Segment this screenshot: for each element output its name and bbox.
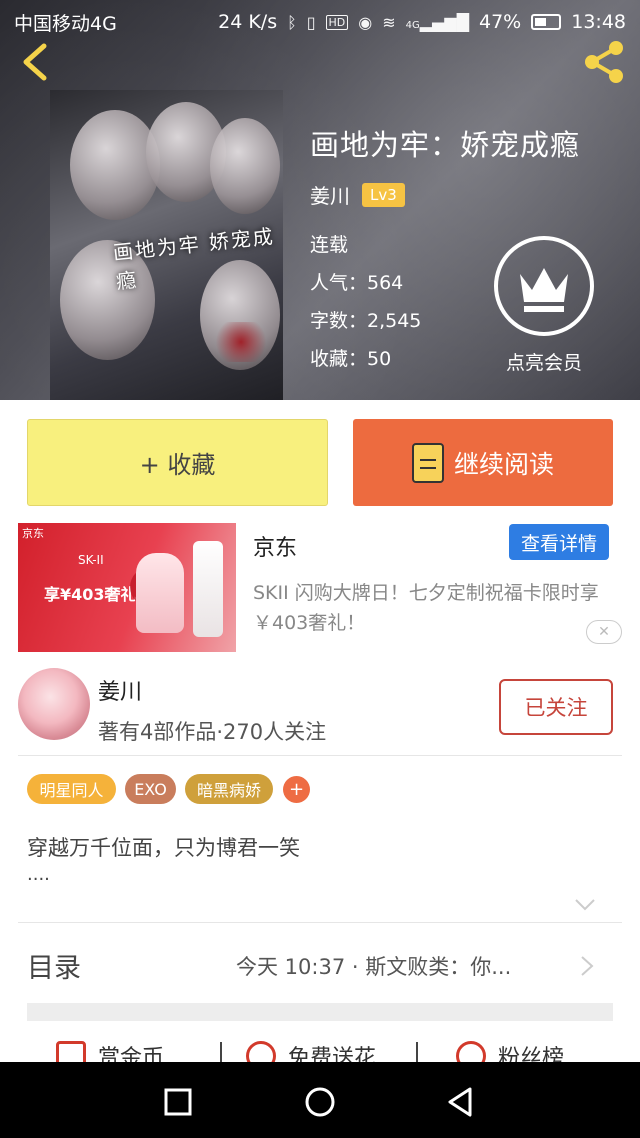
- fan-ranking-label: 粉丝榜: [498, 1046, 565, 1062]
- send-flower-label: 免费送花: [288, 1046, 377, 1062]
- chevron-left-icon: [23, 43, 47, 81]
- ad-product-image: [136, 553, 184, 633]
- ad-description[interactable]: SKII 闪购大牌日！七夕定制祝福卡限时享￥403奢礼！: [253, 578, 613, 638]
- vip-label[interactable]: 点亮会员: [490, 348, 598, 375]
- book-favorites: 收藏：50: [310, 348, 392, 370]
- share-button[interactable]: [580, 40, 628, 84]
- tag-chip[interactable]: EXO: [125, 774, 176, 804]
- network-type: 4G: [405, 19, 420, 31]
- book-word-count: 字数：2,545: [310, 310, 422, 332]
- author-avatar[interactable]: [18, 668, 90, 740]
- network-speed: 24 K/s: [218, 11, 278, 33]
- carrier-text: 中国移动4G: [14, 12, 117, 35]
- book-icon: [411, 442, 444, 483]
- continue-reading-label: 继续阅读: [453, 449, 554, 479]
- toc-latest-chapter[interactable]: 今天 10:37 · 斯文败类：你...: [236, 951, 566, 981]
- ad-image-brand: SK-II: [78, 553, 104, 567]
- tag-chip[interactable]: 明星同人: [27, 774, 116, 804]
- battery-percent: 47%: [479, 11, 522, 33]
- hd-icon: HD: [325, 14, 349, 30]
- vibrate-icon: ▯: [306, 12, 316, 32]
- section-divider: [27, 1003, 613, 1021]
- separator: [220, 1042, 222, 1062]
- book-popularity: 人气：564: [310, 272, 404, 294]
- clock: 13:48: [571, 11, 626, 33]
- eye-icon: ◉: [358, 12, 373, 32]
- synopsis-text: 穿越万千位面，只为博君一笑: [27, 836, 300, 860]
- send-flower-button[interactable]: 免费送花: [246, 1040, 376, 1062]
- book-header: 中国移动4G 24 K/s ᛒ ▯ HD ◉ ≋ 4G▂▄▆█ 47% 13:4…: [0, 0, 640, 400]
- back-nav-icon[interactable]: [442, 1082, 482, 1122]
- tip-coins-label: 赏金币: [98, 1046, 165, 1062]
- envelope-icon: [56, 1041, 86, 1062]
- ad-product-image: [193, 541, 223, 637]
- chevron-right-icon[interactable]: [580, 955, 594, 977]
- crown-icon: [520, 268, 568, 312]
- bottom-actions: 赏金币 免费送花 粉丝榜: [0, 1032, 640, 1062]
- tag-chip[interactable]: 暗黑病娇: [185, 774, 273, 804]
- ad-image-headline: 享¥403奢礼: [44, 585, 137, 604]
- ad-image[interactable]: 京东 SK-II 享¥403奢礼: [18, 523, 236, 652]
- continue-reading-button[interactable]: 继续阅读: [353, 419, 613, 506]
- tip-coins-button[interactable]: 赏金币: [56, 1040, 164, 1062]
- hero-author-name[interactable]: 姜川: [310, 180, 350, 209]
- collect-button[interactable]: + 收藏: [27, 419, 328, 506]
- signal-icon: 4G▂▄▆█: [405, 12, 469, 32]
- home-icon[interactable]: [300, 1082, 340, 1122]
- hero-author-row: 姜川 Lv3: [310, 180, 405, 209]
- fan-ranking-button[interactable]: 粉丝榜: [456, 1040, 564, 1062]
- status-bar: 中国移动4G 24 K/s ᛒ ▯ HD ◉ ≋ 4G▂▄▆█ 47% 13:4…: [0, 0, 640, 44]
- cover-accent: [211, 322, 271, 362]
- battery-icon: [531, 14, 562, 30]
- divider: [18, 922, 622, 923]
- ranking-icon: [456, 1041, 486, 1062]
- level-badge: Lv3: [362, 182, 405, 207]
- ad-close-button[interactable]: ✕: [586, 620, 622, 644]
- ad-brand-tag: 京东: [22, 527, 44, 540]
- wifi-icon: ≋: [382, 12, 396, 32]
- book-title: 画地为牢：娇宠成瘾: [310, 128, 581, 162]
- bluetooth-icon: ᛒ: [287, 12, 297, 32]
- synopsis-ellipsis: ....: [27, 864, 50, 885]
- flower-icon: [246, 1041, 276, 1062]
- separator: [416, 1042, 418, 1062]
- add-tag-button[interactable]: +: [283, 776, 310, 803]
- ad-title[interactable]: 京东: [253, 530, 297, 562]
- chevron-down-icon[interactable]: [574, 898, 596, 912]
- divider: [18, 755, 622, 756]
- back-button[interactable]: [16, 40, 52, 84]
- author-stats: 著有4部作品·270人关注: [98, 720, 327, 744]
- vip-button[interactable]: [494, 236, 594, 336]
- author-name[interactable]: 姜川: [98, 674, 142, 706]
- cover-figure: [210, 118, 280, 214]
- follow-button[interactable]: 已关注: [499, 679, 613, 735]
- toc-label[interactable]: 目录: [27, 946, 81, 985]
- book-cover[interactable]: 画地为牢 娇宠成瘾: [50, 90, 283, 400]
- system-nav-bar: [0, 1062, 640, 1138]
- ad-detail-button[interactable]: 查看详情: [509, 524, 609, 560]
- share-icon: [585, 41, 623, 83]
- book-status: 连载: [310, 234, 349, 256]
- recents-icon[interactable]: [158, 1082, 198, 1122]
